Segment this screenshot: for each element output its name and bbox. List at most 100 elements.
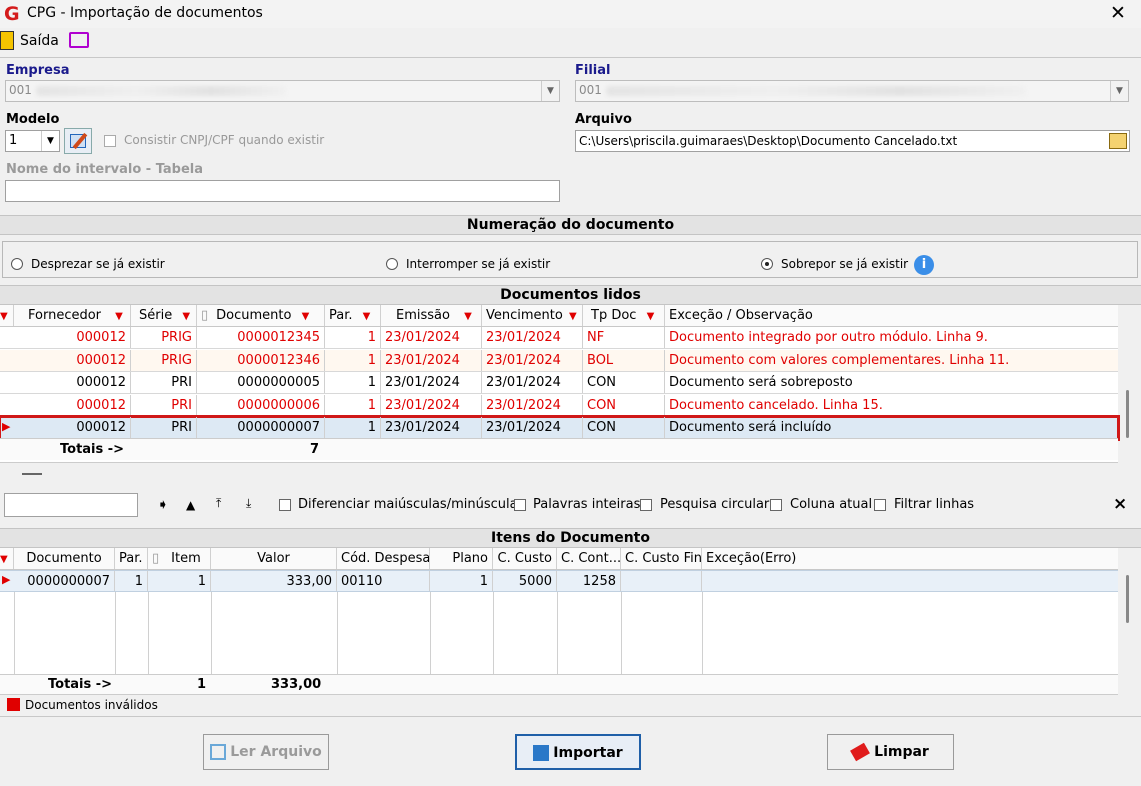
importar-button[interactable]: Importar — [515, 734, 641, 770]
cell-emissao: 23/01/2024 — [381, 372, 482, 393]
cell-fornecedor: 000012 — [14, 349, 131, 371]
cell-emissao: 23/01/2024 — [381, 327, 482, 348]
filter-icon[interactable]: ▼ — [569, 311, 577, 322]
empresa-name-blurred — [36, 86, 286, 96]
cell-serie: PRIG — [131, 349, 197, 371]
col-item-plano[interactable]: Plano — [430, 548, 493, 569]
chk-coluna[interactable] — [770, 499, 782, 511]
filter-icon[interactable]: ▼ — [115, 311, 123, 322]
arrow-up-icon[interactable]: ▲ — [186, 498, 195, 512]
radio-interromper[interactable] — [386, 258, 398, 270]
arrow-down-icon[interactable]: ➧ — [157, 497, 169, 513]
itens-scrollbar[interactable] — [1126, 575, 1129, 623]
cell-ccusto: 5000 — [493, 571, 557, 591]
table-row[interactable]: 000012 PRIG 0000012346 1 23/01/2024 23/01/202… — [0, 349, 1118, 372]
arquivo-input[interactable]: C:\Users\priscila.guimaraes\Desktop\Docu… — [575, 130, 1130, 152]
col-vencimento[interactable]: Vencimento ▼ — [482, 305, 583, 326]
col-label: Exceção / Observação — [669, 308, 813, 323]
docs-header: Documentos lidos — [0, 285, 1141, 305]
chk-filtrar[interactable] — [874, 499, 886, 511]
search-input[interactable] — [4, 493, 138, 517]
col-observacao[interactable]: Exceção / Observação — [665, 305, 1118, 326]
consistir-checkbox[interactable] — [104, 135, 116, 147]
monitor-icon[interactable] — [69, 32, 89, 48]
docs-totals-row: Totais -> 7 — [0, 438, 1118, 460]
filial-value: 001 — [579, 83, 602, 97]
bottom-divider — [0, 716, 1141, 717]
cell-obs: Documento integrado por outro módulo. Li… — [669, 330, 988, 345]
col-serie[interactable]: Série ▼ — [131, 305, 197, 326]
col-tpdoc[interactable]: Tp Doc ▼ — [583, 305, 665, 326]
col-label: Documento — [216, 308, 292, 323]
col-emissao[interactable]: Emissão ▼ — [381, 305, 482, 326]
cell-vencimento: 23/01/2024 — [482, 372, 583, 393]
arrow-last-icon[interactable]: ⤓ — [246, 496, 251, 511]
col-item-valor[interactable]: Valor — [211, 548, 337, 569]
col-item-ccont[interactable]: C. Cont... — [557, 548, 621, 569]
edit-model-icon[interactable] — [64, 128, 92, 154]
docs-totals-label: Totais -> — [60, 442, 125, 457]
col-item-par[interactable]: Par. — [115, 548, 148, 569]
filter-icon[interactable]: ▼ — [302, 311, 310, 322]
cell-documento: 0000000007 — [14, 571, 115, 591]
col-label: C. Custo Fin. — [625, 551, 702, 566]
chk-palavras[interactable] — [514, 499, 526, 511]
table-row[interactable]: 000012 PRI 0000000006 1 23/01/2024 23/01/2024… — [0, 394, 1118, 417]
chk-circular[interactable] — [640, 499, 652, 511]
table-row[interactable]: ▶ 0000000007 1 1 333,00 00110 1 5000 125… — [0, 570, 1118, 592]
radio-sobrepor[interactable] — [761, 258, 773, 270]
chevron-down-icon[interactable]: ▼ — [1110, 81, 1128, 101]
filial-select[interactable]: 001 ▼ — [575, 80, 1129, 102]
filter-icon[interactable]: ▼ — [464, 311, 472, 322]
col-item-excecao[interactable]: Exceção(Erro) — [702, 548, 1118, 569]
intervalo-input[interactable] — [5, 180, 560, 202]
close-search-icon[interactable]: × — [1113, 494, 1127, 514]
filter-icon[interactable]: ▼ — [647, 311, 655, 322]
chk-circular-label: Pesquisa circular — [660, 497, 770, 512]
close-window-icon[interactable]: ✕ — [1110, 2, 1126, 24]
radio-desprezar[interactable] — [11, 258, 23, 270]
col-documento[interactable]: ▯ Documento ▼ — [197, 305, 325, 326]
table-row[interactable]: 000012 PRI 0000000005 1 23/01/2024 23/01/2024… — [0, 372, 1118, 394]
exit-button[interactable]: Saída — [20, 33, 59, 49]
app-logo-icon: G — [4, 3, 20, 25]
ler-arquivo-button[interactable]: Ler Arquivo — [203, 734, 329, 770]
splitter-handle[interactable] — [22, 473, 42, 475]
table-row[interactable]: 000012 PRIG 0000012345 1 23/01/2024 23/01/202… — [0, 327, 1118, 349]
filter-icon[interactable]: ▼ — [182, 311, 190, 322]
info-icon[interactable]: i — [914, 255, 934, 275]
limpar-button[interactable]: Limpar — [827, 734, 954, 770]
col-label: Fornecedor — [28, 308, 102, 323]
cell-vencimento: 23/01/2024 — [482, 417, 583, 438]
docs-scrollbar[interactable] — [1126, 390, 1129, 438]
chk-filtrar-label: Filtrar linhas — [894, 497, 975, 512]
cell-vencimento: 23/01/2024 — [482, 349, 583, 371]
col-item-despesa[interactable]: Cód. Despesa — [337, 548, 430, 569]
cell-ccont: 1258 — [557, 571, 621, 591]
empresa-select[interactable]: 001 ▼ — [5, 80, 560, 102]
col-item-item[interactable]: ▯ Item — [148, 548, 211, 569]
col-item-ccustofin[interactable]: C. Custo Fin. — [621, 548, 702, 569]
chevron-down-icon[interactable]: ▼ — [541, 81, 559, 101]
table-row[interactable]: ▶ 000012 PRI 0000000007 1 23/01/2024 23/01/202… — [0, 415, 1120, 441]
col-par[interactable]: Par. ▼ — [325, 305, 381, 326]
exit-door-icon[interactable] — [0, 31, 14, 50]
modelo-select[interactable]: 1 ▼ — [5, 130, 60, 152]
docs-totals-value: 7 — [310, 442, 320, 457]
open-folder-icon[interactable] — [1109, 133, 1127, 149]
chk-diferenciar[interactable] — [279, 499, 291, 511]
chevron-down-icon[interactable]: ▼ — [41, 131, 59, 151]
col-label: C. Custo — [497, 551, 552, 566]
arrow-first-icon[interactable]: ⤒ — [216, 496, 221, 511]
itens-totals-item: 1 — [197, 677, 207, 692]
col-label: Tp Doc — [591, 308, 637, 323]
col-item-documento[interactable]: Documento — [14, 548, 115, 569]
cell-documento: 0000000006 — [197, 394, 325, 416]
cell-emissao: 23/01/2024 — [381, 394, 482, 416]
filter-icon[interactable]: ▼ — [363, 311, 371, 322]
cell-serie: PRI — [131, 417, 197, 438]
cell-par: 1 — [325, 349, 381, 371]
col-item-ccusto[interactable]: C. Custo — [493, 548, 557, 569]
col-fornecedor[interactable]: Fornecedor ▼ — [14, 305, 131, 326]
read-file-icon — [210, 744, 227, 760]
